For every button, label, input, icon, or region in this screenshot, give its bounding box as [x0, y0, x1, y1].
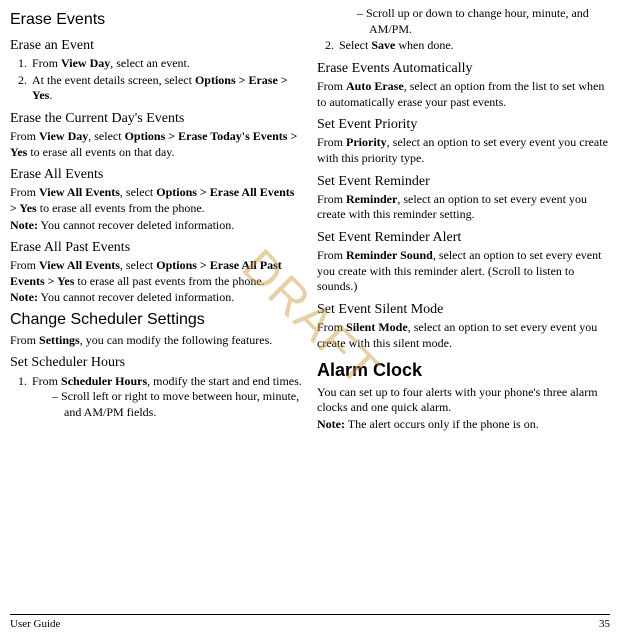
text: .	[49, 88, 52, 102]
heading-set-reminder-alert: Set Event Reminder Alert	[317, 229, 610, 247]
text: to erase all events from the phone.	[37, 201, 205, 215]
footer-page-number: 35	[599, 617, 610, 631]
bold: Auto Erase	[346, 79, 404, 93]
note: Note: You cannot recover deleted informa…	[10, 218, 303, 234]
bold: Save	[371, 38, 395, 52]
bold: View Day	[61, 56, 110, 70]
text: , select	[88, 129, 124, 143]
text: , you can modify the following features.	[80, 333, 273, 347]
step-1: From View Day, select an event.	[30, 56, 303, 72]
heading-erase-an-event: Erase an Event	[10, 37, 303, 55]
text: From	[10, 185, 39, 199]
footer-left: User Guide	[10, 617, 60, 631]
heading-set-reminder: Set Event Reminder	[317, 173, 610, 191]
bold: Settings	[39, 333, 80, 347]
bold: Reminder	[346, 192, 397, 206]
heading-alarm-clock: Alarm Clock	[317, 359, 610, 382]
text: At the event details screen, select	[32, 73, 195, 87]
text: to erase all past events from the phone.	[74, 274, 264, 288]
paragraph: From Reminder, select an option to set e…	[317, 192, 610, 223]
bold: View All Events	[39, 258, 120, 272]
heading-set-priority: Set Event Priority	[317, 116, 610, 134]
heading-set-scheduler-hours: Set Scheduler Hours	[10, 354, 303, 372]
text: , modify the start and end times.	[147, 374, 302, 388]
text: From	[32, 374, 61, 388]
steps-erase-an-event: From View Day, select an event. At the e…	[10, 56, 303, 104]
heading-erase-events: Erase Events	[10, 10, 303, 31]
step-1: From Scheduler Hours, modify the start a…	[30, 374, 303, 421]
left-column: Erase Events Erase an Event From View Da…	[10, 6, 303, 600]
paragraph: From View All Events, select Options > E…	[10, 185, 303, 216]
heading-erase-current-day: Erase the Current Day's Events	[10, 110, 303, 128]
bold: Reminder Sound	[346, 248, 433, 262]
text: You cannot recover deleted information.	[38, 218, 234, 232]
steps-continued: Select Save when done.	[317, 38, 610, 54]
text: From	[10, 258, 39, 272]
paragraph: From View Day, select Options > Erase To…	[10, 129, 303, 160]
bold: Silent Mode	[346, 320, 408, 334]
text: From	[317, 320, 346, 334]
paragraph: From View All Events, select Options > E…	[10, 258, 303, 289]
text: , select	[120, 258, 156, 272]
paragraph: From Priority, select an option to set e…	[317, 135, 610, 166]
step-2: At the event details screen, select Opti…	[30, 73, 303, 104]
paragraph: From Silent Mode, select an option to se…	[317, 320, 610, 351]
paragraph: From Reminder Sound, select an option to…	[317, 248, 610, 295]
bold: Scheduler Hours	[61, 374, 147, 388]
text: From	[10, 129, 39, 143]
text: , select	[120, 185, 156, 199]
paragraph: You can set up to four alerts with your …	[317, 385, 610, 416]
step-2: Select Save when done.	[337, 38, 610, 54]
text: From	[317, 135, 346, 149]
text: The alert occurs only if the phone is on…	[345, 417, 539, 431]
right-column: Scroll up or down to change hour, minute…	[317, 6, 610, 600]
text: Select	[339, 38, 371, 52]
text: You cannot recover deleted information.	[38, 290, 234, 304]
sub-bullet: Scroll left or right to move between hou…	[32, 389, 303, 420]
heading-change-scheduler: Change Scheduler Settings	[10, 310, 303, 331]
note: Note: The alert occurs only if the phone…	[317, 417, 610, 433]
paragraph: From Auto Erase, select an option from t…	[317, 79, 610, 110]
heading-set-silent: Set Event Silent Mode	[317, 301, 610, 319]
text: when done.	[395, 38, 453, 52]
bold: Note:	[317, 417, 345, 431]
text: From	[10, 333, 39, 347]
heading-erase-auto: Erase Events Automatically	[317, 60, 610, 78]
text: From	[317, 248, 346, 262]
paragraph: From Settings, you can modify the follow…	[10, 333, 303, 349]
text: From	[32, 56, 61, 70]
steps-scheduler-hours: From Scheduler Hours, modify the start a…	[10, 374, 303, 421]
text: From	[317, 79, 346, 93]
bold: Note:	[10, 218, 38, 232]
bold: View Day	[39, 129, 88, 143]
bold: View All Events	[39, 185, 120, 199]
sub-bullet: Scroll up or down to change hour, minute…	[337, 6, 610, 37]
bold: Priority	[346, 135, 387, 149]
page-footer: User Guide 35	[10, 614, 610, 631]
note: Note: You cannot recover deleted informa…	[10, 290, 303, 306]
page-content: Erase Events Erase an Event From View Da…	[0, 0, 620, 600]
text: to erase all events on that day.	[27, 145, 174, 159]
text: , select an event.	[110, 56, 190, 70]
heading-erase-all-past: Erase All Past Events	[10, 239, 303, 257]
bold: Note:	[10, 290, 38, 304]
text: From	[317, 192, 346, 206]
heading-erase-all-events: Erase All Events	[10, 166, 303, 184]
